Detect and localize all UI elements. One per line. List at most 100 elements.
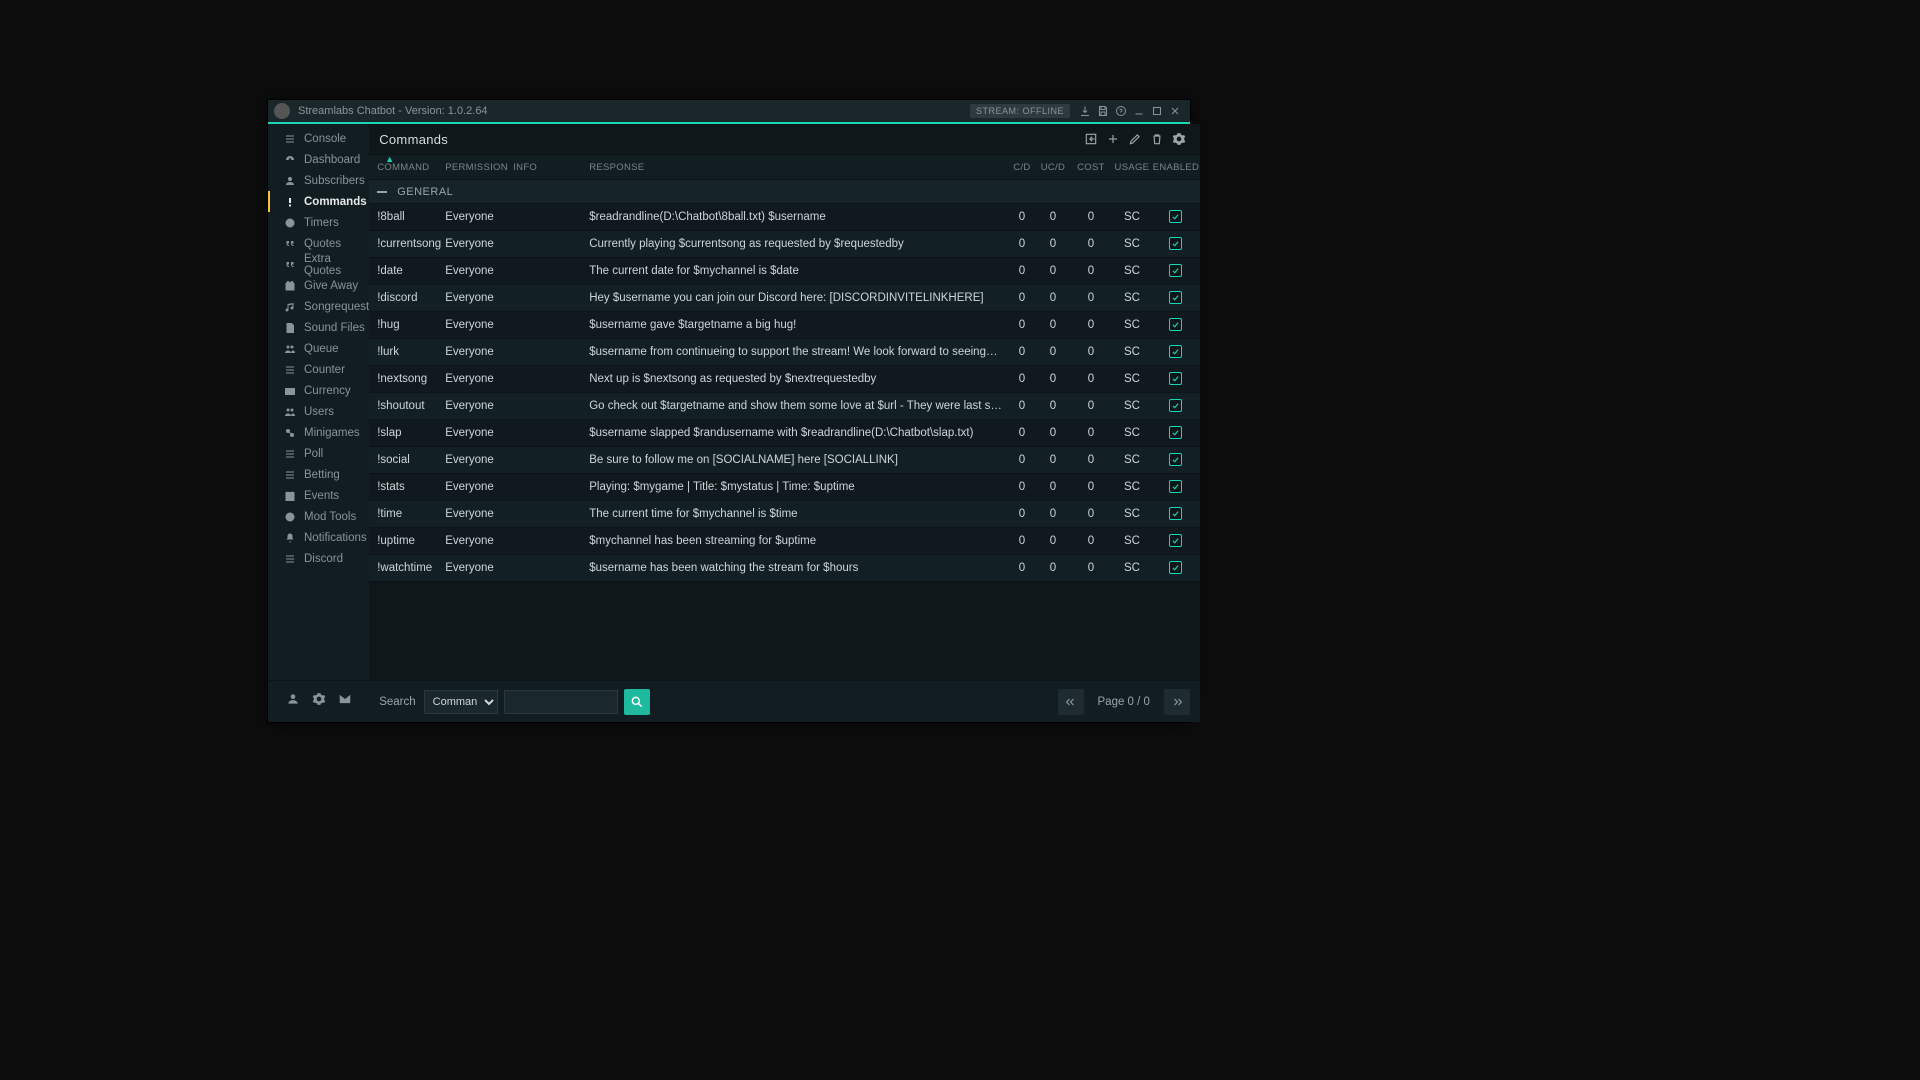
column-header-permission[interactable]: PERMISSION — [445, 162, 513, 173]
enabled-checkbox[interactable] — [1169, 291, 1182, 304]
enabled-checkbox[interactable] — [1169, 561, 1182, 574]
close-icon[interactable] — [1166, 102, 1184, 120]
column-header-command[interactable]: COMMAND — [369, 162, 445, 173]
settings-icon[interactable] — [312, 692, 326, 711]
cell-usage: SC — [1112, 319, 1152, 331]
sidebar-item-currency[interactable]: Currency — [268, 380, 369, 401]
sidebar-item-events[interactable]: Events — [268, 485, 369, 506]
users-icon — [284, 343, 296, 355]
enabled-checkbox[interactable] — [1169, 507, 1182, 520]
sidebar-item-extra-quotes[interactable]: Extra Quotes — [268, 254, 369, 275]
sidebar-item-timers[interactable]: Timers — [268, 212, 369, 233]
enabled-checkbox[interactable] — [1169, 426, 1182, 439]
sidebar-item-sound-files[interactable]: Sound Files — [268, 317, 369, 338]
sidebar-item-dashboard[interactable]: Dashboard — [268, 149, 369, 170]
table-row[interactable]: !hugEveryone$username gave $targetname a… — [369, 312, 1200, 339]
enabled-checkbox[interactable] — [1169, 237, 1182, 250]
sidebar-item-subscribers[interactable]: Subscribers — [268, 170, 369, 191]
table-row[interactable]: !watchtimeEveryone$username has been wat… — [369, 555, 1200, 582]
help-icon[interactable] — [1112, 102, 1130, 120]
cell-command: !social — [369, 454, 445, 466]
delete-icon[interactable] — [1146, 128, 1168, 150]
link-icon — [284, 427, 296, 439]
search-type-select[interactable]: Command — [424, 690, 498, 714]
sidebar-item-label: Quotes — [304, 238, 341, 250]
page-first-button[interactable] — [1058, 689, 1084, 715]
cell-cost: 0 — [1070, 562, 1112, 574]
enabled-checkbox[interactable] — [1169, 345, 1182, 358]
sidebar-item-betting[interactable]: Betting — [268, 464, 369, 485]
edit-icon[interactable] — [1124, 128, 1146, 150]
table-row[interactable]: !currentsongEveryoneCurrently playing $c… — [369, 231, 1200, 258]
cell-permission: Everyone — [445, 535, 513, 547]
sidebar-item-commands[interactable]: Commands — [268, 191, 369, 212]
sidebar-item-quotes[interactable]: Quotes — [268, 233, 369, 254]
cell-command: !lurk — [369, 346, 445, 358]
maximize-icon[interactable] — [1148, 102, 1166, 120]
column-header-info[interactable]: INFO — [513, 162, 589, 173]
users-icon — [284, 406, 296, 418]
mail-icon[interactable] — [338, 692, 352, 711]
menu-icon — [284, 448, 296, 460]
enabled-checkbox[interactable] — [1169, 534, 1182, 547]
add-icon[interactable] — [1102, 128, 1124, 150]
group-row-general[interactable]: GENERAL — [369, 180, 1200, 204]
import-icon[interactable] — [1080, 128, 1102, 150]
minimize-icon[interactable] — [1130, 102, 1148, 120]
table-row[interactable]: !socialEveryoneBe sure to follow me on [… — [369, 447, 1200, 474]
cell-enabled — [1152, 345, 1200, 359]
sidebar-item-minigames[interactable]: Minigames — [268, 422, 369, 443]
enabled-checkbox[interactable] — [1169, 318, 1182, 331]
table-row[interactable]: !8ballEveryone$readrandline(D:\Chatbot\8… — [369, 204, 1200, 231]
download-icon[interactable] — [1076, 102, 1094, 120]
cell-command: !date — [369, 265, 445, 277]
column-header-cost[interactable]: COST — [1070, 162, 1112, 173]
menu-icon — [284, 469, 296, 481]
table-row[interactable]: !dateEveryoneThe current date for $mycha… — [369, 258, 1200, 285]
column-header-ucd[interactable]: UC/D — [1036, 162, 1070, 173]
sidebar-item-notifications[interactable]: Notifications — [268, 527, 369, 548]
cell-enabled — [1152, 318, 1200, 332]
table-row[interactable]: !statsEveryonePlaying: $mygame | Title: … — [369, 474, 1200, 501]
cell-command: !hug — [369, 319, 445, 331]
column-header-usage[interactable]: USAGE — [1112, 162, 1152, 173]
enabled-checkbox[interactable] — [1169, 372, 1182, 385]
sidebar-item-mod-tools[interactable]: Mod Tools — [268, 506, 369, 527]
enabled-checkbox[interactable] — [1169, 399, 1182, 412]
cell-ucd: 0 — [1036, 211, 1070, 223]
table-row[interactable]: !lurkEveryone$username from continueing … — [369, 339, 1200, 366]
quote-icon — [284, 238, 296, 250]
search-button[interactable] — [624, 689, 650, 715]
enabled-checkbox[interactable] — [1169, 264, 1182, 277]
enabled-checkbox[interactable] — [1169, 453, 1182, 466]
sort-indicator-icon: ▲ — [385, 154, 394, 164]
column-header-enabled[interactable]: ENABLED — [1152, 162, 1200, 173]
page-last-button[interactable] — [1164, 689, 1190, 715]
camera-icon — [284, 385, 296, 397]
sidebar-item-discord[interactable]: Discord — [268, 548, 369, 569]
table-row[interactable]: !nextsongEveryoneNext up is $nextsong as… — [369, 366, 1200, 393]
sidebar-item-console[interactable]: Console — [268, 128, 369, 149]
cell-permission: Everyone — [445, 373, 513, 385]
enabled-checkbox[interactable] — [1169, 480, 1182, 493]
sidebar-item-counter[interactable]: Counter — [268, 359, 369, 380]
table-row[interactable]: !shoutoutEveryoneGo check out $targetnam… — [369, 393, 1200, 420]
search-input[interactable] — [504, 690, 618, 714]
sidebar-item-songrequest[interactable]: Songrequest — [268, 296, 369, 317]
sidebar-item-give-away[interactable]: Give Away — [268, 275, 369, 296]
sidebar-item-users[interactable]: Users — [268, 401, 369, 422]
column-header-cd[interactable]: C/D — [1008, 162, 1036, 173]
table-row[interactable]: !discordEveryoneHey $username you can jo… — [369, 285, 1200, 312]
column-header-response[interactable]: RESPONSE — [589, 162, 1008, 173]
sidebar-item-poll[interactable]: Poll — [268, 443, 369, 464]
menu-icon — [284, 133, 296, 145]
table-row[interactable]: !uptimeEveryone$mychannel has been strea… — [369, 528, 1200, 555]
enabled-checkbox[interactable] — [1169, 210, 1182, 223]
table-row[interactable]: !timeEveryoneThe current time for $mycha… — [369, 501, 1200, 528]
sidebar-item-queue[interactable]: Queue — [268, 338, 369, 359]
settings-header-icon[interactable] — [1168, 128, 1190, 150]
save-icon[interactable] — [1094, 102, 1112, 120]
user-icon[interactable] — [286, 692, 300, 711]
table-row[interactable]: !slapEveryone$username slapped $randuser… — [369, 420, 1200, 447]
sidebar-item-label: Extra Quotes — [304, 253, 369, 277]
